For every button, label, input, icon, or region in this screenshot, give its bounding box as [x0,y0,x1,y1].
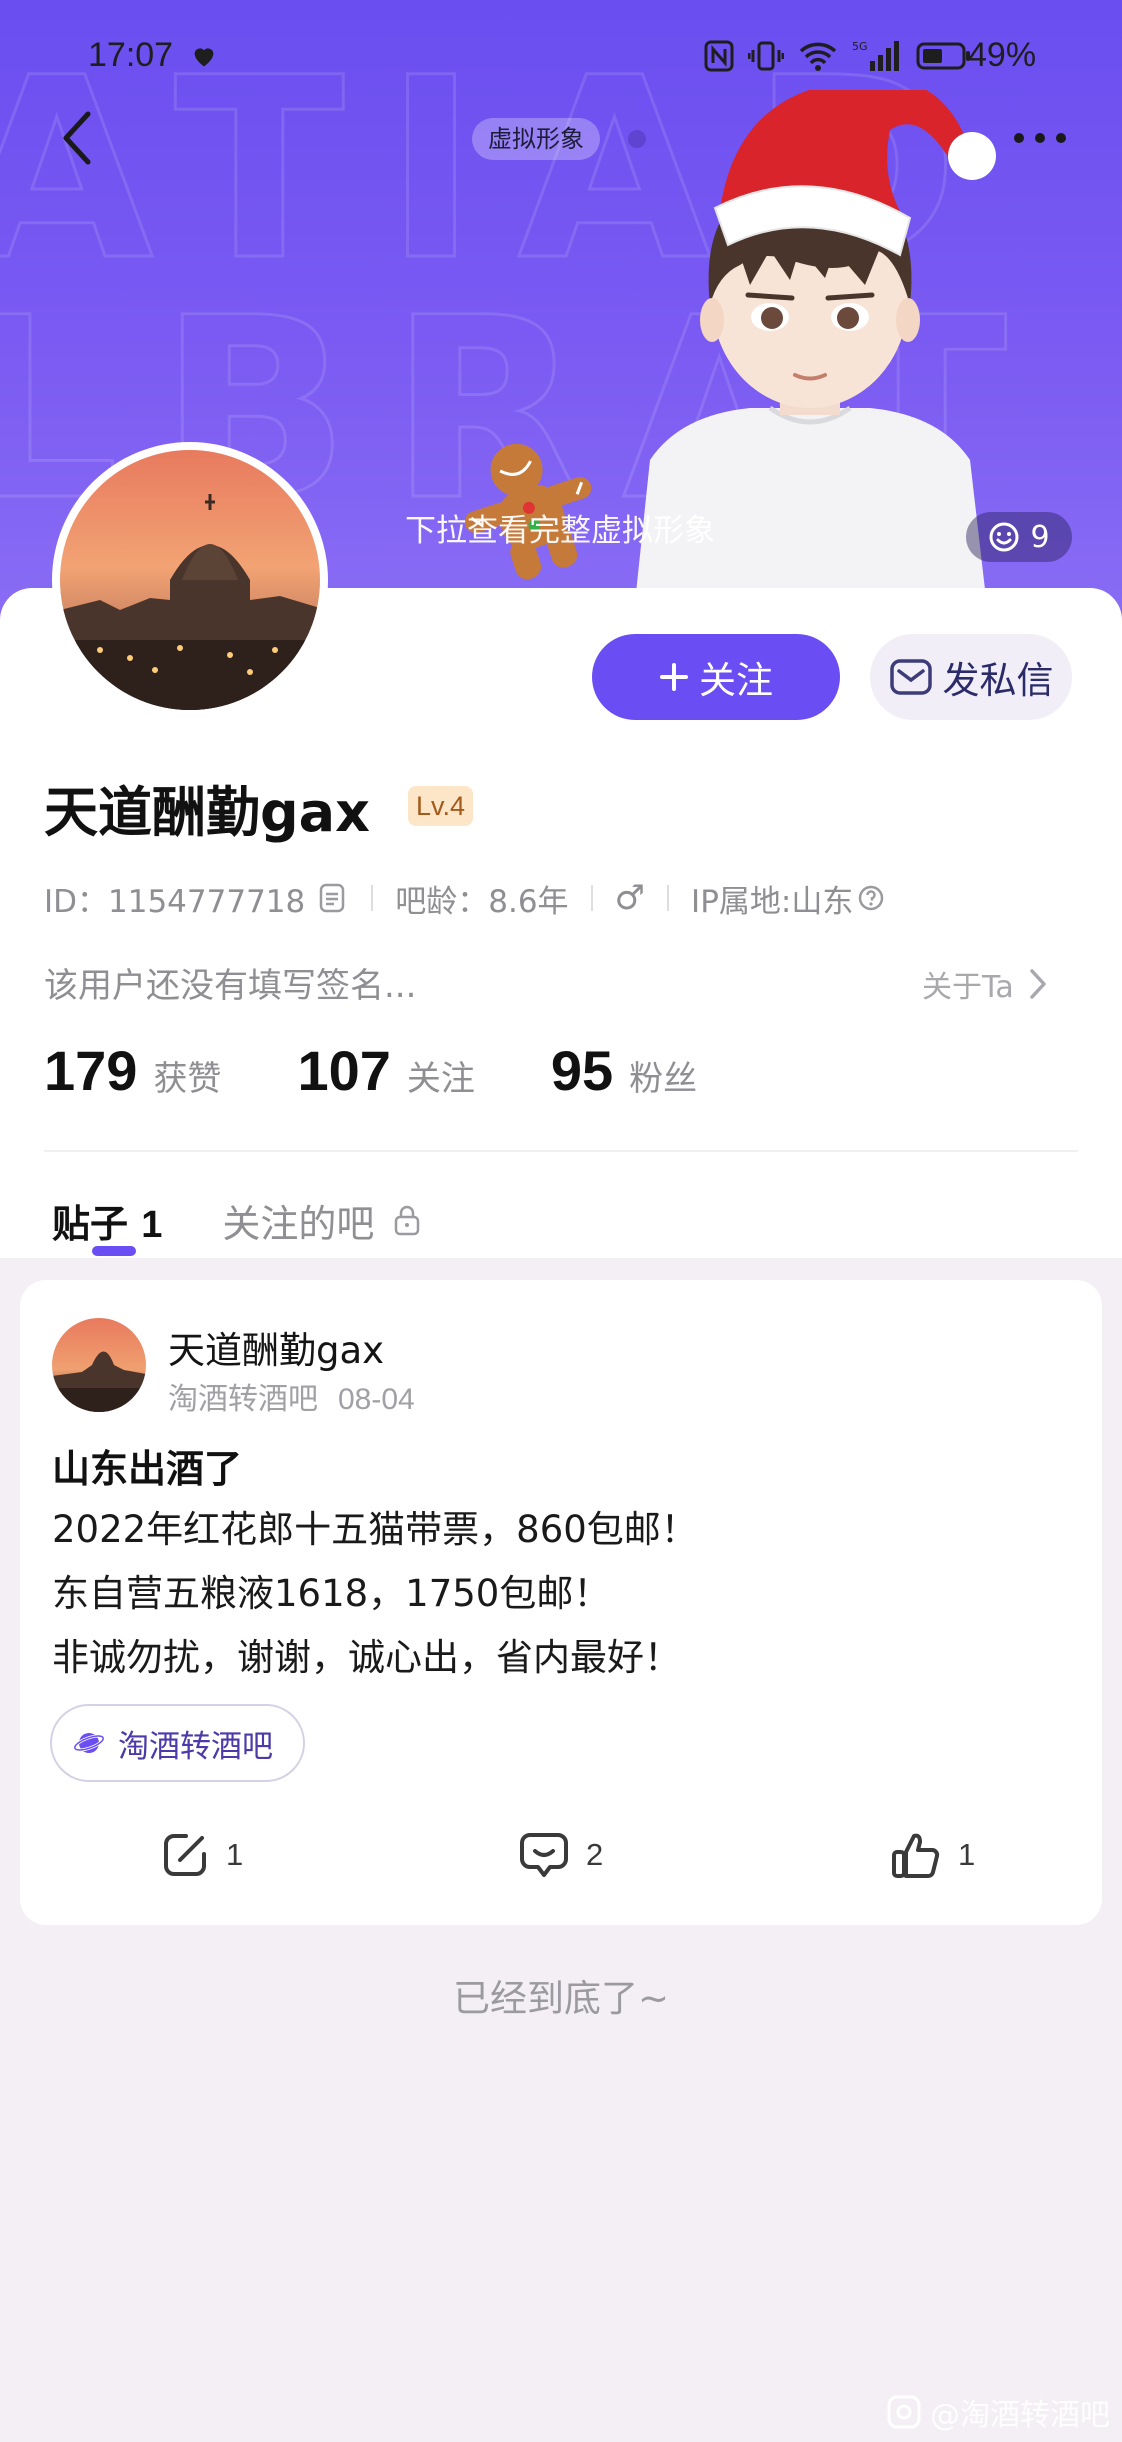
post-author-avatar-image [52,1318,146,1412]
follow-label: 关注 [699,659,773,702]
profile-stats: 179 获赞 107 关注 95 粉丝 [44,1038,773,1108]
pull-down-hint: 下拉查看完整虚拟形象 [405,513,715,549]
plus-icon [660,663,688,691]
private-message-button[interactable]: 发私信 [870,634,1072,720]
wifi-icon [799,42,837,71]
watermark: @淘酒转酒吧 [886,2390,1110,2434]
forum-tag-label: 淘酒转酒吧 [118,1728,273,1765]
comment-count: 2 [586,1837,604,1872]
post-line: 2022年红花郎十五猫带票，860包邮！ [52,1508,698,1551]
gender-icon: ♂ [614,878,646,918]
more-options-icon[interactable] [1005,118,1075,158]
mail-icon [889,659,932,695]
ip-location: IP属地:山东 [691,883,854,920]
post-author-name[interactable]: 天道酬勤gax [168,1320,384,1374]
profile-meta-row: ID：1154777718 吧龄：8.6年 ♂ IP属地:山东 [44,878,885,920]
thumbs-up-icon [892,1833,940,1878]
virtual-avatar-character[interactable] [620,90,1000,640]
post-line: 非诚勿扰，谢谢，诚心出，省内最好！ [52,1636,681,1679]
about-ta-link[interactable]: 关于Ta [922,962,1048,1006]
chevron-right-icon [1030,969,1046,999]
post-meta: 淘酒转酒吧 08-04 [168,1374,415,1418]
copy-icon[interactable] [315,881,349,915]
likes-count[interactable]: 179 [44,1038,137,1103]
post-actions: 1 2 1 [20,1820,1102,1890]
fans-label: 粉丝 [629,1059,698,1099]
tab-followed-bars-label: 关注的吧 [222,1201,375,1246]
avatar-like-pill[interactable]: 9 [966,512,1072,562]
end-of-list-text: 已经到底了~ [452,1977,669,2020]
vibrate-icon [748,41,784,71]
divider [44,1150,1078,1152]
heart-icon [194,48,214,67]
post-line: 东自营五粮液1618，1750包邮！ [52,1572,611,1615]
smile-icon [989,522,1019,552]
likes-label: 获赞 [153,1059,222,1099]
profile-username: 天道酬勤gax [44,781,370,844]
fans-count[interactable]: 95 [551,1038,613,1103]
message-label: 发私信 [942,659,1054,702]
meta-separator [371,885,374,911]
share-icon [164,1834,206,1876]
battery-icon [916,42,970,70]
planet-icon [73,1733,105,1753]
like-count: 1 [958,1837,976,1872]
user-id: ID：1154777718 [44,883,306,920]
forum-tag-button[interactable]: 淘酒转酒吧 [50,1704,305,1782]
signal-icon: 5G [852,40,899,71]
virtual-avatar-chip[interactable]: 虚拟形象 [472,118,600,160]
about-ta-label: 关于Ta [922,970,1014,1005]
lock-icon [395,1205,420,1236]
following-count[interactable]: 107 [297,1038,390,1103]
follow-button[interactable]: 关注 [592,634,840,720]
share-count: 1 [226,1837,244,1872]
post-author-avatar[interactable] [52,1318,146,1412]
post-body[interactable]: 2022年红花郎十五猫带票，860包邮！ 东自营五粮液1618，1750包邮！ … [52,1498,698,1690]
comment-icon [520,1833,568,1877]
tab-posts[interactable]: 贴子 1 [52,1193,162,1248]
meta-separator [667,885,670,911]
meta-separator [590,885,593,911]
tab-posts-label: 贴子 [52,1201,129,1246]
back-arrow-icon[interactable] [50,100,110,180]
comment-button[interactable]: 2 [518,1830,603,1880]
bar-age: 吧龄：8.6年 [395,883,569,920]
tab-indicator [92,1246,136,1256]
avatar-like-count: 9 [1030,519,1050,555]
watermark-text: @淘酒转酒吧 [930,2398,1110,2433]
level-badge[interactable]: Lv.4 [408,786,474,826]
post-forum[interactable]: 淘酒转酒吧 [168,1382,318,1417]
post-card[interactable]: 天道酬勤gax 淘酒转酒吧 08-04 山东出酒了 2022年红花郎十五猫带票，8… [20,1280,1102,1925]
nfc-icon [704,40,734,72]
tab-posts-count: 1 [141,1203,163,1246]
share-button[interactable]: 1 [160,1830,243,1880]
post-title[interactable]: 山东出酒了 [52,1438,242,1493]
user-avatar-image [60,450,320,710]
like-button[interactable]: 1 [890,1830,975,1880]
following-label: 关注 [406,1059,475,1099]
status-time: 17:07 [88,36,174,74]
status-icons: 5G [704,38,972,74]
profile-tabs: 贴子 1 关注的吧 [52,1190,422,1250]
post-date: 08-04 [338,1383,415,1416]
tab-followed-bars[interactable]: 关注的吧 [222,1193,422,1248]
user-signature: 该用户还没有填写签名... [44,966,417,1006]
svg-text:5G: 5G [852,40,868,53]
user-avatar[interactable] [52,442,328,718]
battery-percent: 49% [968,36,1037,74]
watermark-logo-icon [887,2395,921,2429]
help-icon[interactable] [857,884,885,912]
